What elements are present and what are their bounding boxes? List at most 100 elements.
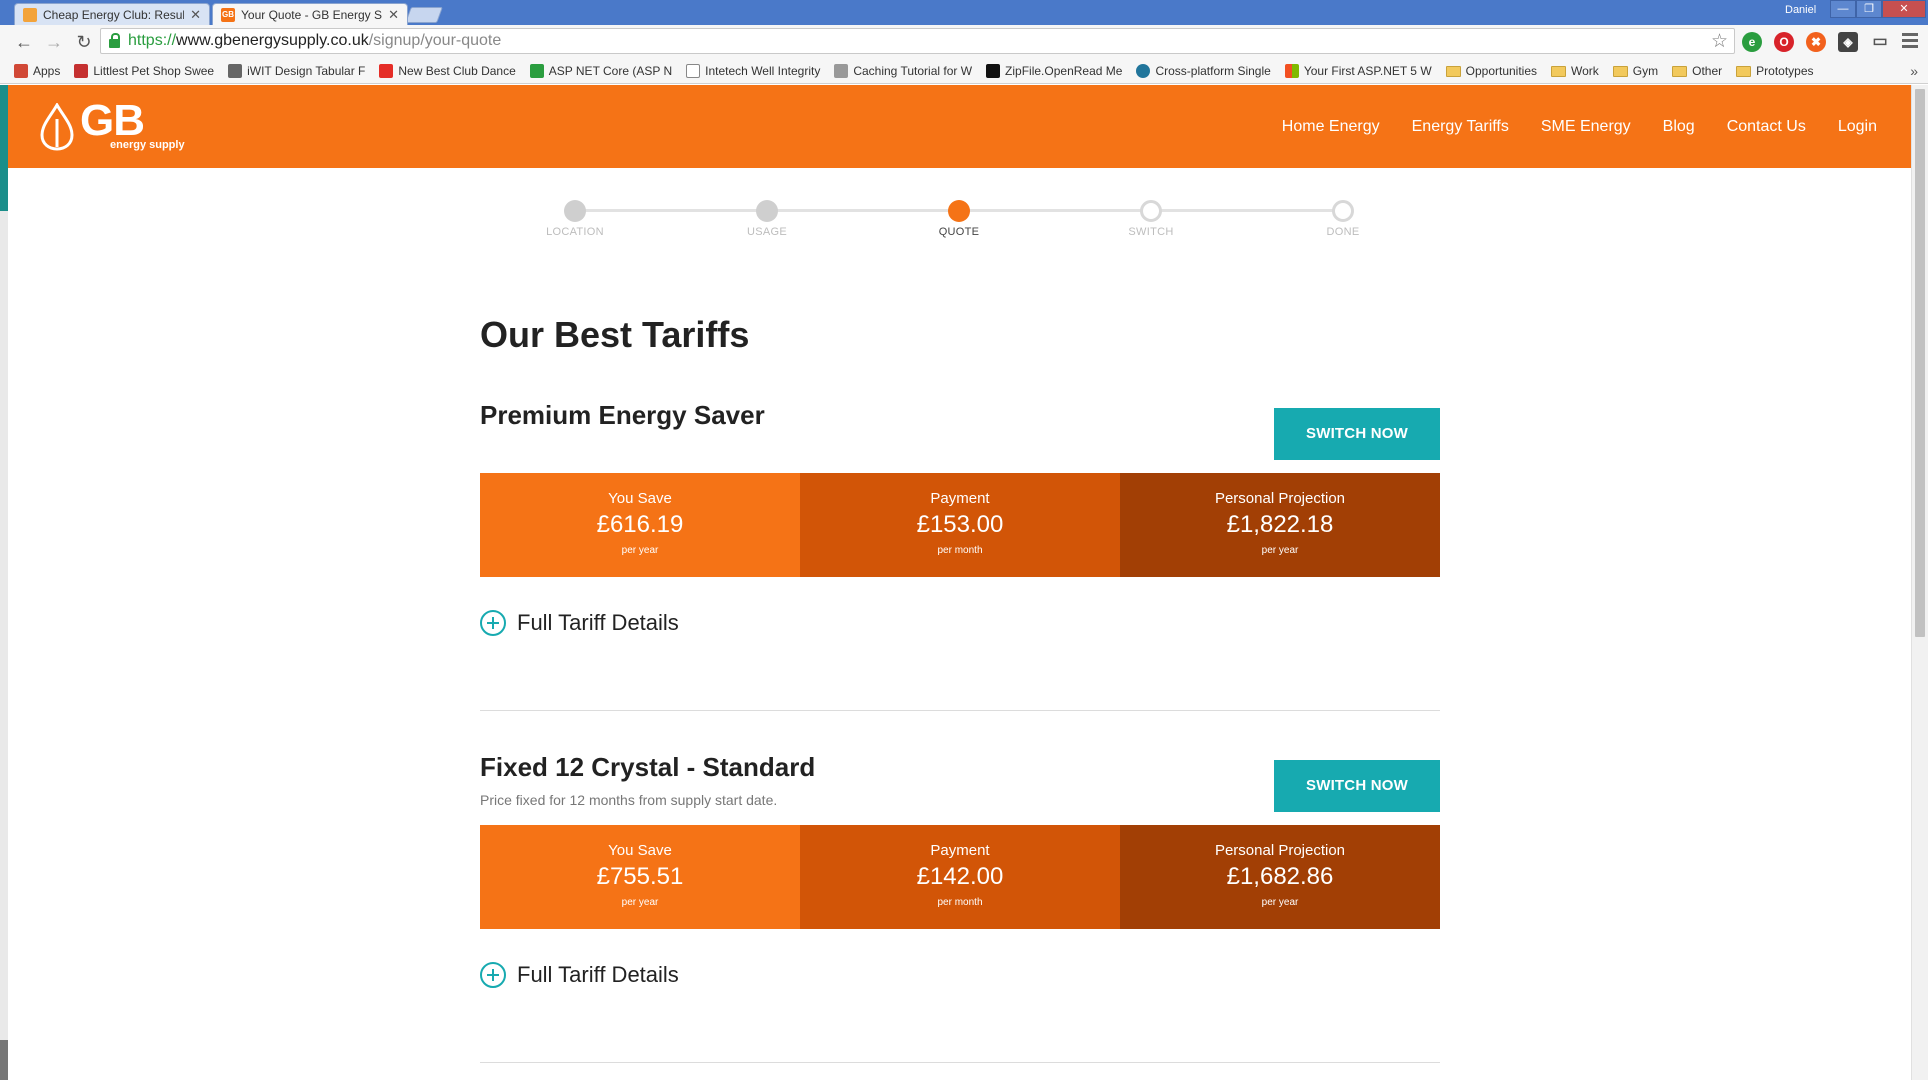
windows-icon: [1284, 64, 1299, 78]
close-icon[interactable]: ✕: [388, 7, 399, 23]
browser-toolbar: ← → ↻ https://www.gbenergysupply.co.uk/s…: [0, 25, 1928, 59]
stat-value: £1,682.86: [1226, 863, 1334, 890]
step-dot: [1332, 200, 1354, 222]
browser-tab-active[interactable]: GB Your Quote - GB Energy S ✕: [212, 3, 408, 25]
forward-arrow-icon[interactable]: →: [42, 30, 66, 54]
stat-value: £755.51: [596, 863, 684, 890]
plus-circle-icon: [480, 610, 506, 636]
logo-subtitle: energy supply: [110, 139, 185, 151]
bookmark-folder[interactable]: Other: [1672, 64, 1722, 78]
bookmark-label: Caching Tutorial for W: [853, 64, 973, 78]
bookmark-item[interactable]: ZipFile.OpenRead Me: [986, 64, 1122, 78]
tariff-card: Fixed 12 Crystal - Standard Price fixed …: [480, 752, 1440, 1072]
scrollbar-thumb[interactable]: [1915, 89, 1925, 637]
opera-extension-icon[interactable]: O: [1774, 32, 1794, 52]
bookmark-item[interactable]: Littlest Pet Shop Swee: [74, 64, 214, 78]
tariff-name: Fixed 12 Crystal - Standard: [480, 752, 816, 782]
nav-energy-tariffs[interactable]: Energy Tariffs: [1412, 118, 1509, 136]
cast-icon[interactable]: ▭: [1870, 32, 1890, 52]
nav-contact-us[interactable]: Contact Us: [1727, 118, 1806, 136]
main-nav: Home Energy Energy Tariffs SME Energy Bl…: [1250, 85, 1877, 168]
bookmark-folder[interactable]: Work: [1551, 64, 1599, 78]
full-tariff-details-toggle[interactable]: Full Tariff Details: [480, 610, 679, 636]
step-label: LOCATION: [546, 226, 604, 238]
address-bar[interactable]: https://www.gbenergysupply.co.uk/signup/…: [100, 28, 1735, 54]
nav-blog[interactable]: Blog: [1663, 118, 1695, 136]
gb-energy-logo[interactable]: GB energy supply: [40, 97, 185, 155]
bookmark-item[interactable]: ASP NET Core (ASP N: [529, 64, 673, 78]
folder-icon: [1445, 65, 1461, 77]
stat-value: £1,822.18: [1226, 511, 1334, 538]
reload-icon[interactable]: ↻: [72, 30, 96, 54]
window-close-icon[interactable]: ✕: [1882, 0, 1926, 18]
stat-unit: per year: [621, 897, 659, 908]
nav-home-energy[interactable]: Home Energy: [1282, 118, 1380, 136]
full-tariff-details-toggle[interactable]: Full Tariff Details: [480, 962, 679, 988]
bookmarks-overflow-icon[interactable]: »: [1910, 63, 1918, 79]
new-tab-button[interactable]: [405, 7, 443, 23]
bookmark-item[interactable]: New Best Club Dance: [379, 64, 516, 78]
stat-label: Personal Projection: [1214, 842, 1346, 859]
stat-personal-projection: Personal Projection £1,682.86 per year: [1120, 825, 1440, 929]
switch-now-button[interactable]: SWITCH NOW: [1274, 408, 1440, 460]
stat-unit: per year: [1261, 545, 1299, 556]
url-path: /signup/your-quote: [368, 32, 502, 49]
bookmark-item[interactable]: Caching Tutorial for W: [834, 64, 972, 78]
hamburger-menu-icon[interactable]: [1902, 33, 1918, 51]
signup-progress: LOCATION USAGE QUOTE SWITCH DONE: [546, 199, 1359, 239]
lock-icon: [834, 64, 849, 78]
youtube-icon: [379, 64, 394, 78]
stat-payment: Payment £153.00 per month: [800, 473, 1120, 577]
browser-titlebar: Cheap Energy Club: Resul ✕ GB Your Quote…: [0, 0, 1928, 25]
bookmark-item[interactable]: Your First ASP.NET 5 W: [1284, 64, 1432, 78]
adblock-extension-icon[interactable]: ✖: [1806, 32, 1826, 52]
close-icon[interactable]: ✕: [190, 7, 201, 23]
step-location: LOCATION: [525, 200, 625, 238]
stat-you-save: You Save £755.51 per year: [480, 825, 800, 929]
bookmark-item[interactable]: Intetech Well Integrity: [686, 64, 820, 78]
site-header: GB energy supply Home Energy Energy Tari…: [8, 85, 1911, 168]
left-edge-strip: [0, 85, 8, 1080]
bookmark-label: Prototypes: [1756, 64, 1814, 78]
bookmark-label: ASP NET Core (ASP N: [548, 64, 673, 78]
step-dot-current: [948, 200, 970, 222]
bookmark-star-icon[interactable]: ☆: [1711, 30, 1728, 53]
shield-extension-icon[interactable]: ◈: [1838, 32, 1858, 52]
wordpress-icon: [1136, 64, 1151, 78]
switch-now-button[interactable]: SWITCH NOW: [1274, 760, 1440, 812]
stat-payment: Payment £142.00 per month: [800, 825, 1120, 929]
back-arrow-icon[interactable]: ←: [12, 30, 36, 54]
tariff-stats: You Save £755.51 per year Payment £142.0…: [480, 825, 1440, 929]
bookmark-folder[interactable]: Opportunities: [1445, 64, 1537, 78]
bookmark-folder[interactable]: Prototypes: [1736, 64, 1814, 78]
bookmark-apps[interactable]: Apps: [14, 64, 60, 78]
restore-icon[interactable]: ❐: [1856, 0, 1882, 18]
browser-tab[interactable]: Cheap Energy Club: Resul ✕: [14, 3, 210, 25]
bookmark-folder[interactable]: Gym: [1612, 64, 1658, 78]
bookmark-label: Littlest Pet Shop Swee: [93, 64, 215, 78]
stat-unit: per month: [937, 897, 983, 908]
bookmark-item[interactable]: iWIT Design Tabular F: [228, 64, 365, 78]
step-label: SWITCH: [1128, 226, 1174, 238]
apps-grid-icon: [14, 64, 28, 78]
tariff-description: Price fixed for 12 months from supply st…: [480, 792, 778, 808]
evernote-extension-icon[interactable]: e: [1742, 32, 1762, 52]
details-label: Full Tariff Details: [517, 610, 679, 635]
page-title: Our Best Tariffs: [480, 314, 750, 355]
step-dot: [1140, 200, 1162, 222]
page-icon: [686, 64, 701, 78]
minimize-icon[interactable]: —: [1830, 0, 1856, 18]
divider: [480, 1062, 1440, 1063]
stat-label: Personal Projection: [1214, 490, 1346, 507]
bookmark-item[interactable]: Cross-platform Single: [1136, 64, 1271, 78]
profile-name[interactable]: Daniel: [1785, 4, 1816, 16]
chart-icon: [228, 64, 243, 78]
nav-login[interactable]: Login: [1838, 118, 1877, 136]
page-scrollbar[interactable]: [1911, 85, 1928, 1080]
bookmark-label: Apps: [33, 64, 61, 78]
stat-unit: per year: [621, 545, 659, 556]
step-dot: [756, 200, 778, 222]
nav-sme-energy[interactable]: SME Energy: [1541, 118, 1631, 136]
step-label: USAGE: [746, 226, 787, 238]
step-label: QUOTE: [938, 226, 980, 238]
